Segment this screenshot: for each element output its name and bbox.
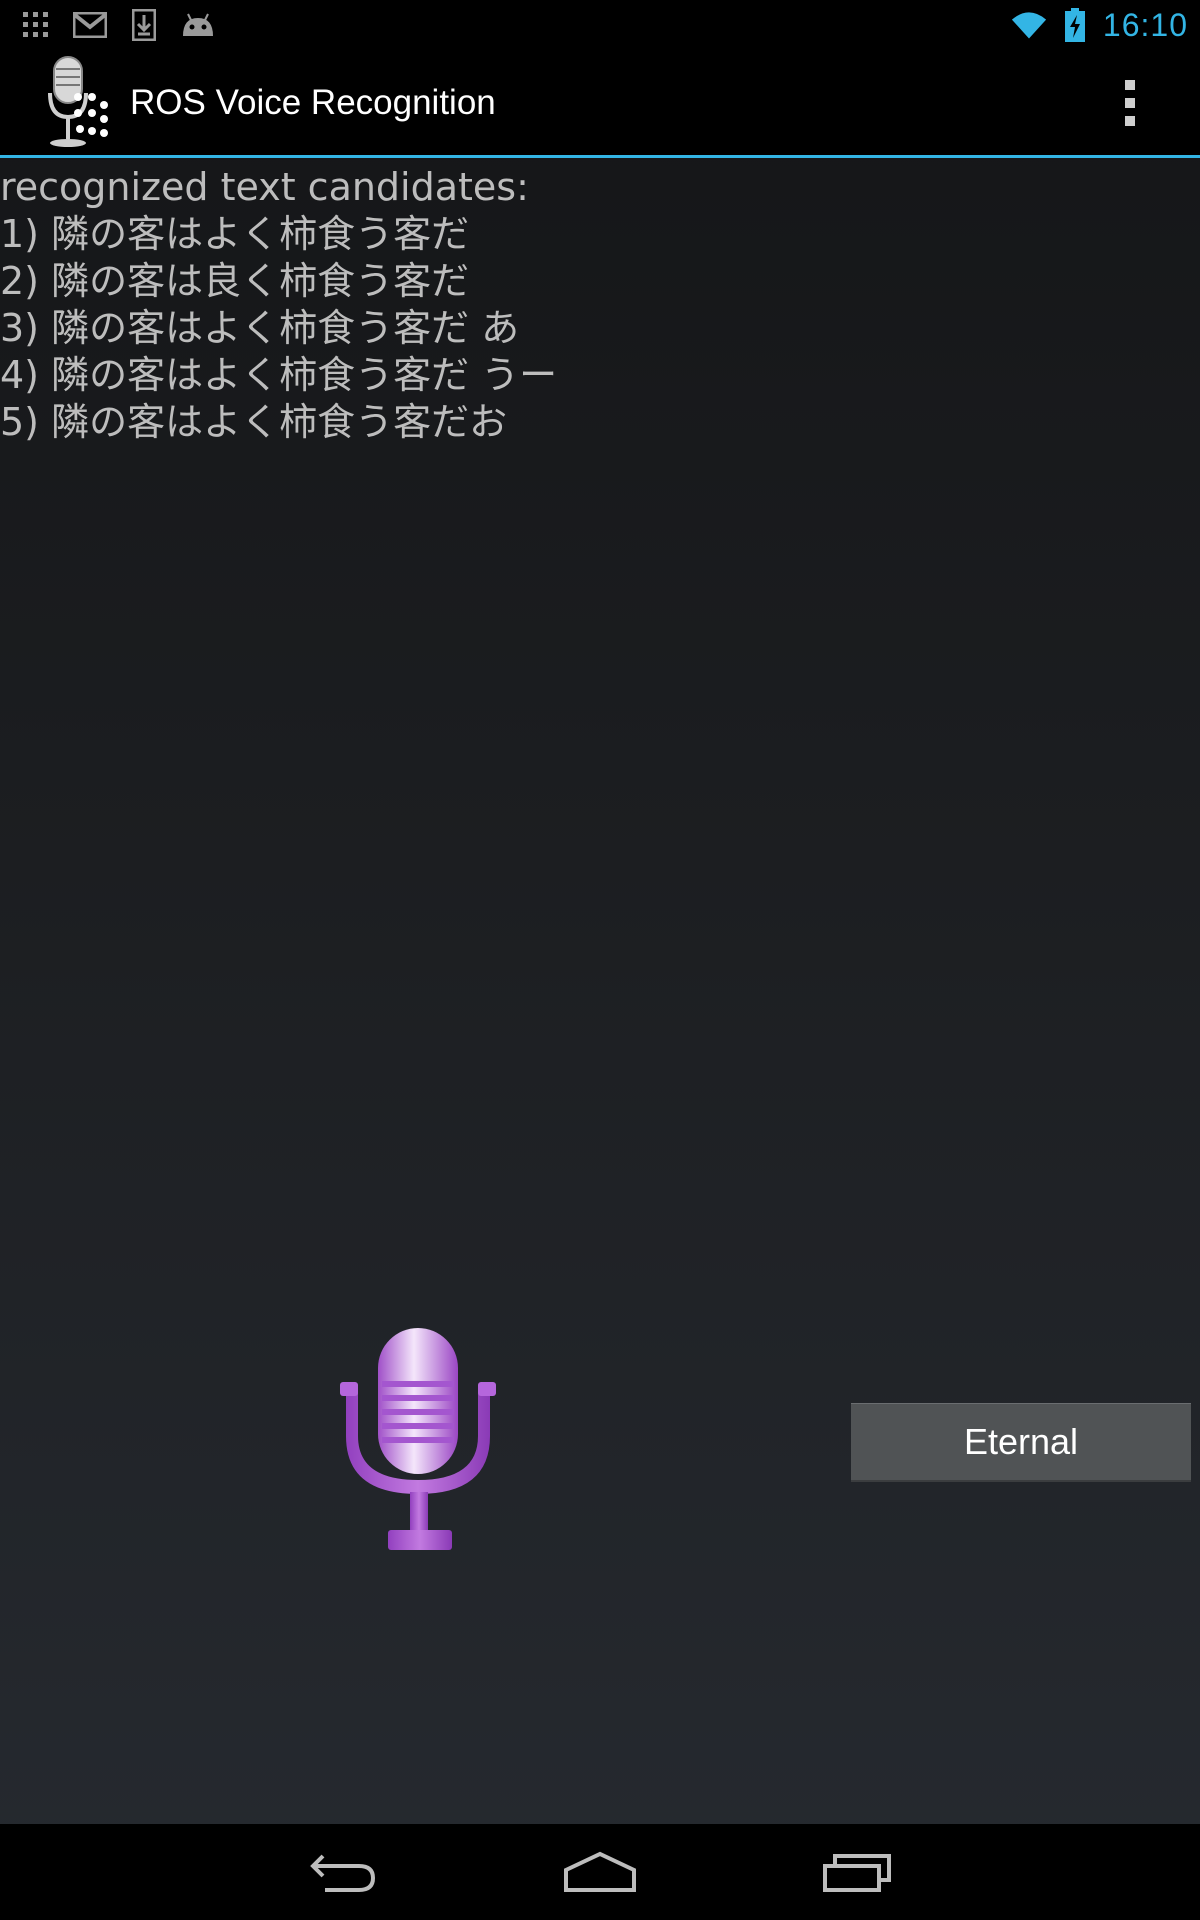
battery-charging-icon bbox=[1057, 7, 1093, 43]
candidate-item: 2) 隣の客は良く柿食う客だ bbox=[0, 259, 470, 303]
status-bar: 16:10 bbox=[0, 0, 1200, 50]
recent-apps-icon[interactable] bbox=[817, 1842, 897, 1902]
microphone-icon[interactable] bbox=[338, 1326, 502, 1554]
navigation-bar bbox=[0, 1824, 1200, 1920]
action-bar: ROS Voice Recognition bbox=[0, 50, 1200, 158]
overflow-dot bbox=[1125, 97, 1135, 108]
recognized-text-view: recognized text candidates: 1) 隣の客はよく柿食う… bbox=[0, 164, 1200, 446]
app-title: ROS Voice Recognition bbox=[130, 82, 496, 122]
gmail-icon bbox=[72, 7, 108, 43]
overflow-menu-icon[interactable] bbox=[1110, 73, 1150, 133]
results-header: recognized text candidates: bbox=[0, 165, 529, 209]
eternal-button[interactable]: Eternal bbox=[851, 1403, 1191, 1482]
system-status: 16:10 bbox=[1011, 7, 1200, 44]
wifi-icon bbox=[1011, 7, 1047, 43]
android-icon bbox=[180, 7, 216, 43]
candidate-item: 3) 隣の客はよく柿食う客だ あ bbox=[0, 306, 520, 350]
apps-grid-icon bbox=[18, 7, 54, 43]
download-icon bbox=[126, 7, 162, 43]
candidate-item: 1) 隣の客はよく柿食う客だ bbox=[0, 212, 470, 256]
back-icon[interactable] bbox=[303, 1842, 383, 1902]
clock: 16:10 bbox=[1102, 6, 1188, 43]
home-icon[interactable] bbox=[560, 1842, 640, 1902]
notification-icons bbox=[0, 7, 216, 43]
candidate-item: 4) 隣の客はよく柿食う客だ うー bbox=[0, 353, 558, 397]
candidate-item: 5) 隣の客はよく柿食う客だお bbox=[0, 400, 508, 444]
microphone-app-icon[interactable] bbox=[44, 53, 124, 153]
overflow-dot bbox=[1125, 79, 1135, 90]
overflow-dot bbox=[1125, 115, 1135, 126]
